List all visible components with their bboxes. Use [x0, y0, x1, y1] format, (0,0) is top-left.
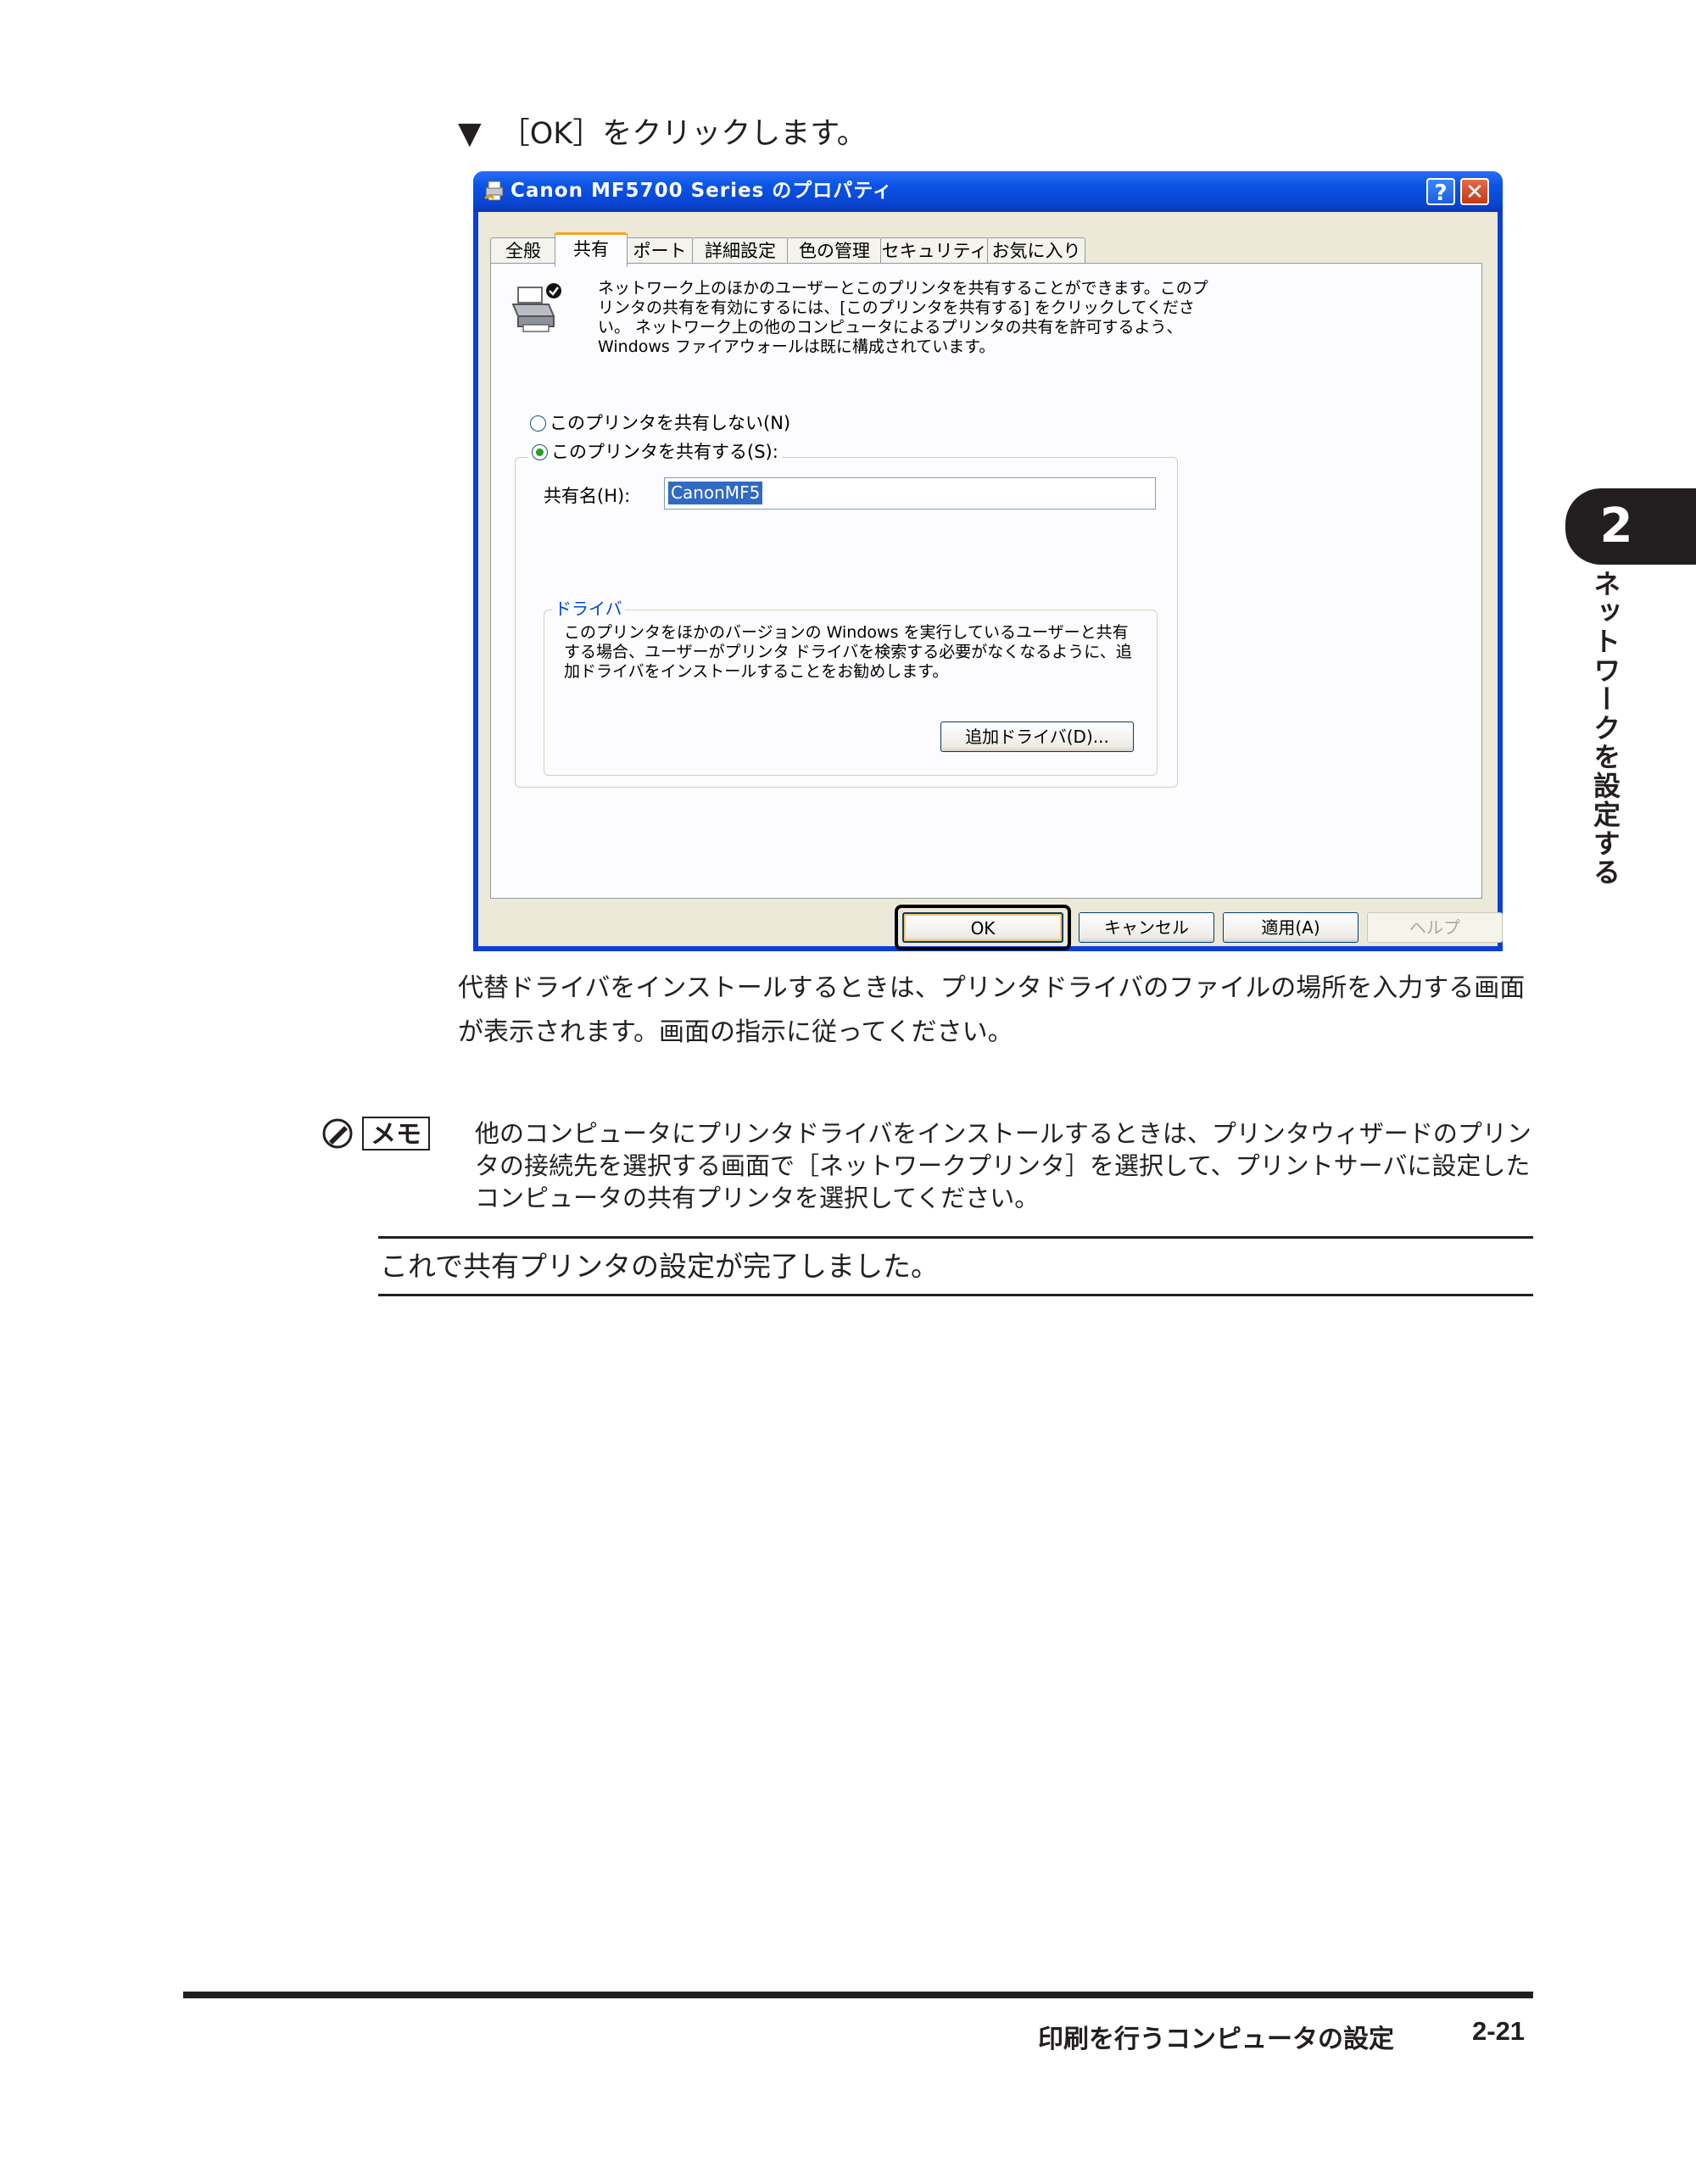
- step-text: ［OK］をクリックします。: [499, 117, 867, 151]
- conclusion-bottom-rule: [378, 1294, 1533, 1296]
- ok-button-callout: [895, 905, 1071, 950]
- close-icon[interactable]: ✕: [1460, 178, 1489, 205]
- radio-share-printer[interactable]: このプリンタを共有する(S):: [528, 440, 782, 464]
- tab-security[interactable]: セキュリティ: [880, 237, 989, 264]
- apply-button[interactable]: 適用(A): [1223, 912, 1358, 943]
- driver-group-label: ドライバ: [552, 598, 625, 620]
- dialog-client-area: 全般 共有 ポート 詳細設定 色の管理 セキュリティ お気に入り ネットワーク上…: [478, 212, 1503, 950]
- memo-text: 他のコンピュータにプリンタドライバをインストールするときは、プリンタウィザードの…: [475, 1119, 1531, 1212]
- printer-icon: [484, 181, 504, 201]
- radio-do-not-share[interactable]: このプリンタを共有しない(N): [530, 411, 790, 435]
- additional-drivers-button[interactable]: 追加ドライバ(D)...: [940, 722, 1134, 752]
- conclusion-top-rule: [378, 1236, 1533, 1239]
- tab-sharing[interactable]: 共有: [555, 232, 628, 267]
- memo-icon: メモ: [322, 1117, 430, 1150]
- driver-description: このプリンタをほかのバージョンの Windows を実行しているユーザーと共有す…: [564, 623, 1132, 681]
- tab-favorites[interactable]: お気に入り: [987, 237, 1085, 264]
- memo-label: メモ: [371, 1120, 421, 1150]
- dialog-title: Canon MF5700 Series のプロパティ: [510, 180, 893, 202]
- help-button: ヘルプ: [1367, 912, 1503, 943]
- sharing-info-text: ネットワーク上のほかのユーザーとこのプリンタを共有することができます。このプリン…: [598, 279, 1208, 356]
- share-name-label: 共有名(H):: [544, 486, 631, 506]
- radio-button[interactable]: [530, 415, 546, 432]
- conclusion-text: これで共有プリンタの設定が完了しました。: [380, 1250, 940, 1283]
- radio-share-printer-label: このプリンタを共有する(S):: [551, 442, 778, 462]
- sharing-tab-panel: ネットワーク上のほかのユーザーとこのプリンタを共有することができます。このプリン…: [490, 263, 1482, 899]
- share-name-input[interactable]: CanonMF5: [664, 477, 1156, 510]
- page-number: 2-21: [1472, 2016, 1526, 2046]
- chapter-title: ネットワークを設定する: [1589, 570, 1621, 887]
- printer-properties-dialog: Canon MF5700 Series のプロパティ ? ✕ 全般 共有 ポート…: [473, 171, 1503, 951]
- tab-advanced[interactable]: 詳細設定: [692, 237, 789, 264]
- step-instruction: ▼ ［OK］をクリックします。: [458, 114, 867, 154]
- dialog-titlebar: Canon MF5700 Series のプロパティ ? ✕: [473, 171, 1503, 212]
- tab-color-management[interactable]: 色の管理: [787, 237, 882, 264]
- tab-general[interactable]: 全般: [490, 237, 556, 264]
- footer-title: 印刷を行うコンピュータの設定: [1038, 2025, 1394, 2054]
- share-name-value: CanonMF5: [668, 482, 763, 504]
- radio-button-selected[interactable]: [532, 444, 548, 460]
- shared-printer-icon: [511, 283, 561, 332]
- footer-rule: [183, 1992, 1533, 1998]
- radio-do-not-share-label: このプリンタを共有しない(N): [550, 413, 791, 433]
- help-icon[interactable]: ?: [1426, 178, 1455, 206]
- chapter-number: 2: [1599, 499, 1633, 554]
- tab-ports[interactable]: ポート: [626, 237, 694, 264]
- cancel-button[interactable]: キャンセル: [1079, 912, 1214, 943]
- instruction-paragraph: 代替ドライバをインストールするときは、プリンタドライバのファイルの場所を入力する…: [458, 973, 1526, 1047]
- step-marker: ▼: [458, 116, 482, 151]
